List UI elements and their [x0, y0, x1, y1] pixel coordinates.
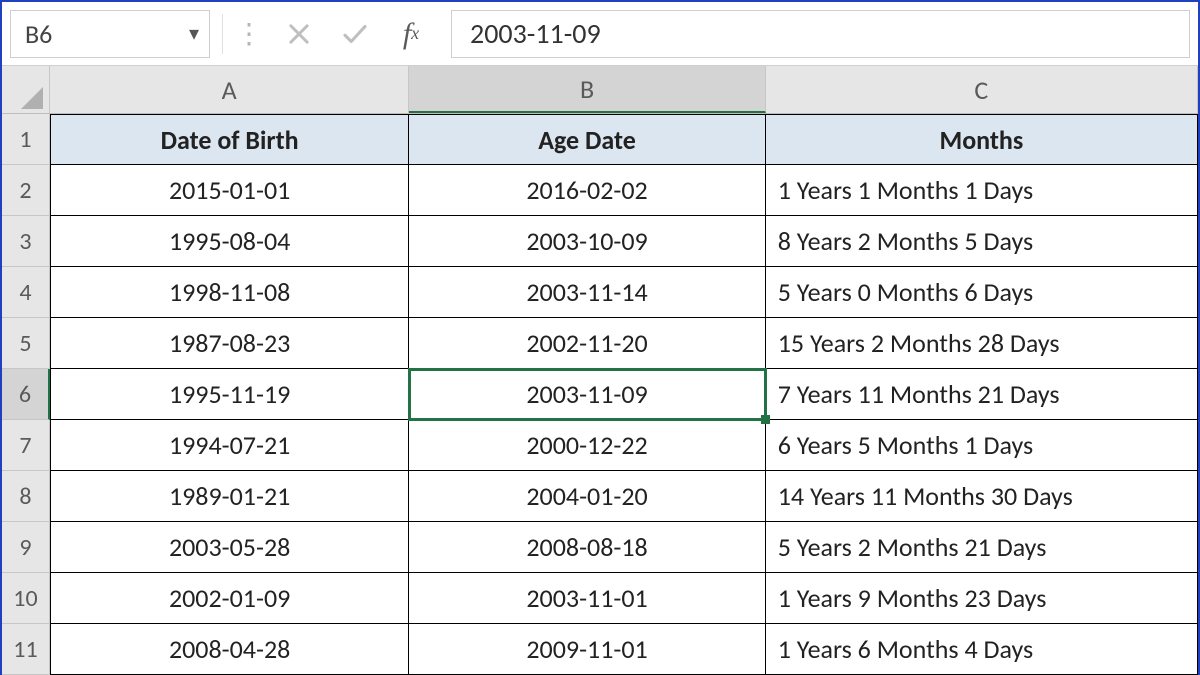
column-header-B[interactable]: B [409, 66, 765, 113]
cell[interactable]: 7 Years 11 Months 21 Days [766, 369, 1198, 420]
row-header[interactable]: 3 [2, 216, 50, 267]
table-row: 4 1998-11-08 2003-11-14 5 Years 0 Months… [2, 267, 1198, 318]
cell[interactable]: 1995-08-04 [50, 216, 409, 267]
table-row: 5 1987-08-23 2002-11-20 15 Years 2 Month… [2, 318, 1198, 369]
cell[interactable]: 2003-11-01 [409, 573, 765, 624]
formula-input[interactable]: 2003-11-09 [451, 10, 1190, 58]
header-label: Age Date [538, 124, 636, 156]
cell[interactable]: 2003-11-14 [409, 267, 765, 318]
enter-icon[interactable] [327, 10, 383, 58]
cell[interactable]: 1995-11-19 [50, 369, 409, 420]
cell[interactable]: 2002-11-20 [409, 318, 765, 369]
row-header[interactable]: 7 [2, 420, 50, 471]
cell[interactable]: 2015-01-01 [50, 165, 409, 216]
worksheet-grid: 1 Date of Birth Age Date Months 2 2015-0… [2, 114, 1198, 675]
cancel-icon[interactable] [271, 10, 327, 58]
header-label: Date of Birth [161, 124, 299, 156]
insert-function-icon[interactable]: fx [383, 10, 439, 58]
name-box-value: B6 [25, 18, 52, 50]
row-header[interactable]: 11 [2, 624, 50, 675]
column-header-row: A B C [2, 66, 1198, 114]
column-header-A[interactable]: A [50, 66, 409, 113]
table-row: 3 1995-08-04 2003-10-09 8 Years 2 Months… [2, 216, 1198, 267]
table-header-row: 1 Date of Birth Age Date Months [2, 114, 1198, 165]
drag-handle-icon[interactable]: ⋮ [235, 16, 261, 51]
column-header-C[interactable]: C [766, 66, 1198, 113]
table-row: 11 2008-04-28 2009-11-01 1 Years 6 Month… [2, 624, 1198, 675]
table-row: 6 1995-11-19 2003-11-09 7 Years 11 Month… [2, 369, 1198, 420]
cell[interactable]: 2003-05-28 [50, 522, 409, 573]
active-cell[interactable]: 2003-11-09 [409, 369, 765, 420]
fill-handle[interactable] [761, 415, 770, 424]
row-header[interactable]: 10 [2, 573, 50, 624]
cell[interactable]: 1 Years 9 Months 23 Days [766, 573, 1198, 624]
cell[interactable]: 1994-07-21 [50, 420, 409, 471]
row-header[interactable]: 2 [2, 165, 50, 216]
chevron-down-icon[interactable]: ▾ [189, 21, 199, 46]
header-label: Months [939, 124, 1023, 156]
cell[interactable]: 1998-11-08 [50, 267, 409, 318]
cell[interactable]: 1989-01-21 [50, 471, 409, 522]
table-row: 7 1994-07-21 2000-12-22 6 Years 5 Months… [2, 420, 1198, 471]
select-all-corner[interactable] [2, 66, 50, 113]
cell[interactable]: 1987-08-23 [50, 318, 409, 369]
cell[interactable]: 2016-02-02 [409, 165, 765, 216]
formula-input-value: 2003-11-09 [470, 16, 601, 51]
cell[interactable]: 1 Years 1 Months 1 Days [766, 165, 1198, 216]
header-cell-C[interactable]: Months [766, 114, 1198, 165]
header-cell-A[interactable]: Date of Birth [50, 114, 409, 165]
cell[interactable]: 2009-11-01 [409, 624, 765, 675]
row-header[interactable]: 8 [2, 471, 50, 522]
table-row: 2 2015-01-01 2016-02-02 1 Years 1 Months… [2, 165, 1198, 216]
table-row: 9 2003-05-28 2008-08-18 5 Years 2 Months… [2, 522, 1198, 573]
cell[interactable]: 8 Years 2 Months 5 Days [766, 216, 1198, 267]
cell[interactable]: 2000-12-22 [409, 420, 765, 471]
cell[interactable]: 2004-01-20 [409, 471, 765, 522]
cell[interactable]: 14 Years 11 Months 30 Days [766, 471, 1198, 522]
row-header[interactable]: 9 [2, 522, 50, 573]
cell[interactable]: 2003-10-09 [409, 216, 765, 267]
cell[interactable]: 5 Years 0 Months 6 Days [766, 267, 1198, 318]
table-row: 8 1989-01-21 2004-01-20 14 Years 11 Mont… [2, 471, 1198, 522]
row-header[interactable]: 5 [2, 318, 50, 369]
name-box[interactable]: B6 ▾ [10, 10, 210, 58]
table-row: 10 2002-01-09 2003-11-01 1 Years 9 Month… [2, 573, 1198, 624]
cell[interactable]: 2002-01-09 [50, 573, 409, 624]
row-header-1[interactable]: 1 [2, 114, 50, 165]
row-header[interactable]: 6 [2, 369, 50, 420]
cell[interactable]: 2008-08-18 [409, 522, 765, 573]
cell[interactable]: 2008-04-28 [50, 624, 409, 675]
header-cell-B[interactable]: Age Date [409, 114, 765, 165]
cell[interactable]: 5 Years 2 Months 21 Days [766, 522, 1198, 573]
row-header[interactable]: 4 [2, 267, 50, 318]
cell[interactable]: 6 Years 5 Months 1 Days [766, 420, 1198, 471]
cell[interactable]: 1 Years 6 Months 4 Days [766, 624, 1198, 675]
divider [222, 14, 223, 54]
formula-bar: B6 ▾ ⋮ fx 2003-11-09 [2, 2, 1198, 66]
cell[interactable]: 15 Years 2 Months 28 Days [766, 318, 1198, 369]
